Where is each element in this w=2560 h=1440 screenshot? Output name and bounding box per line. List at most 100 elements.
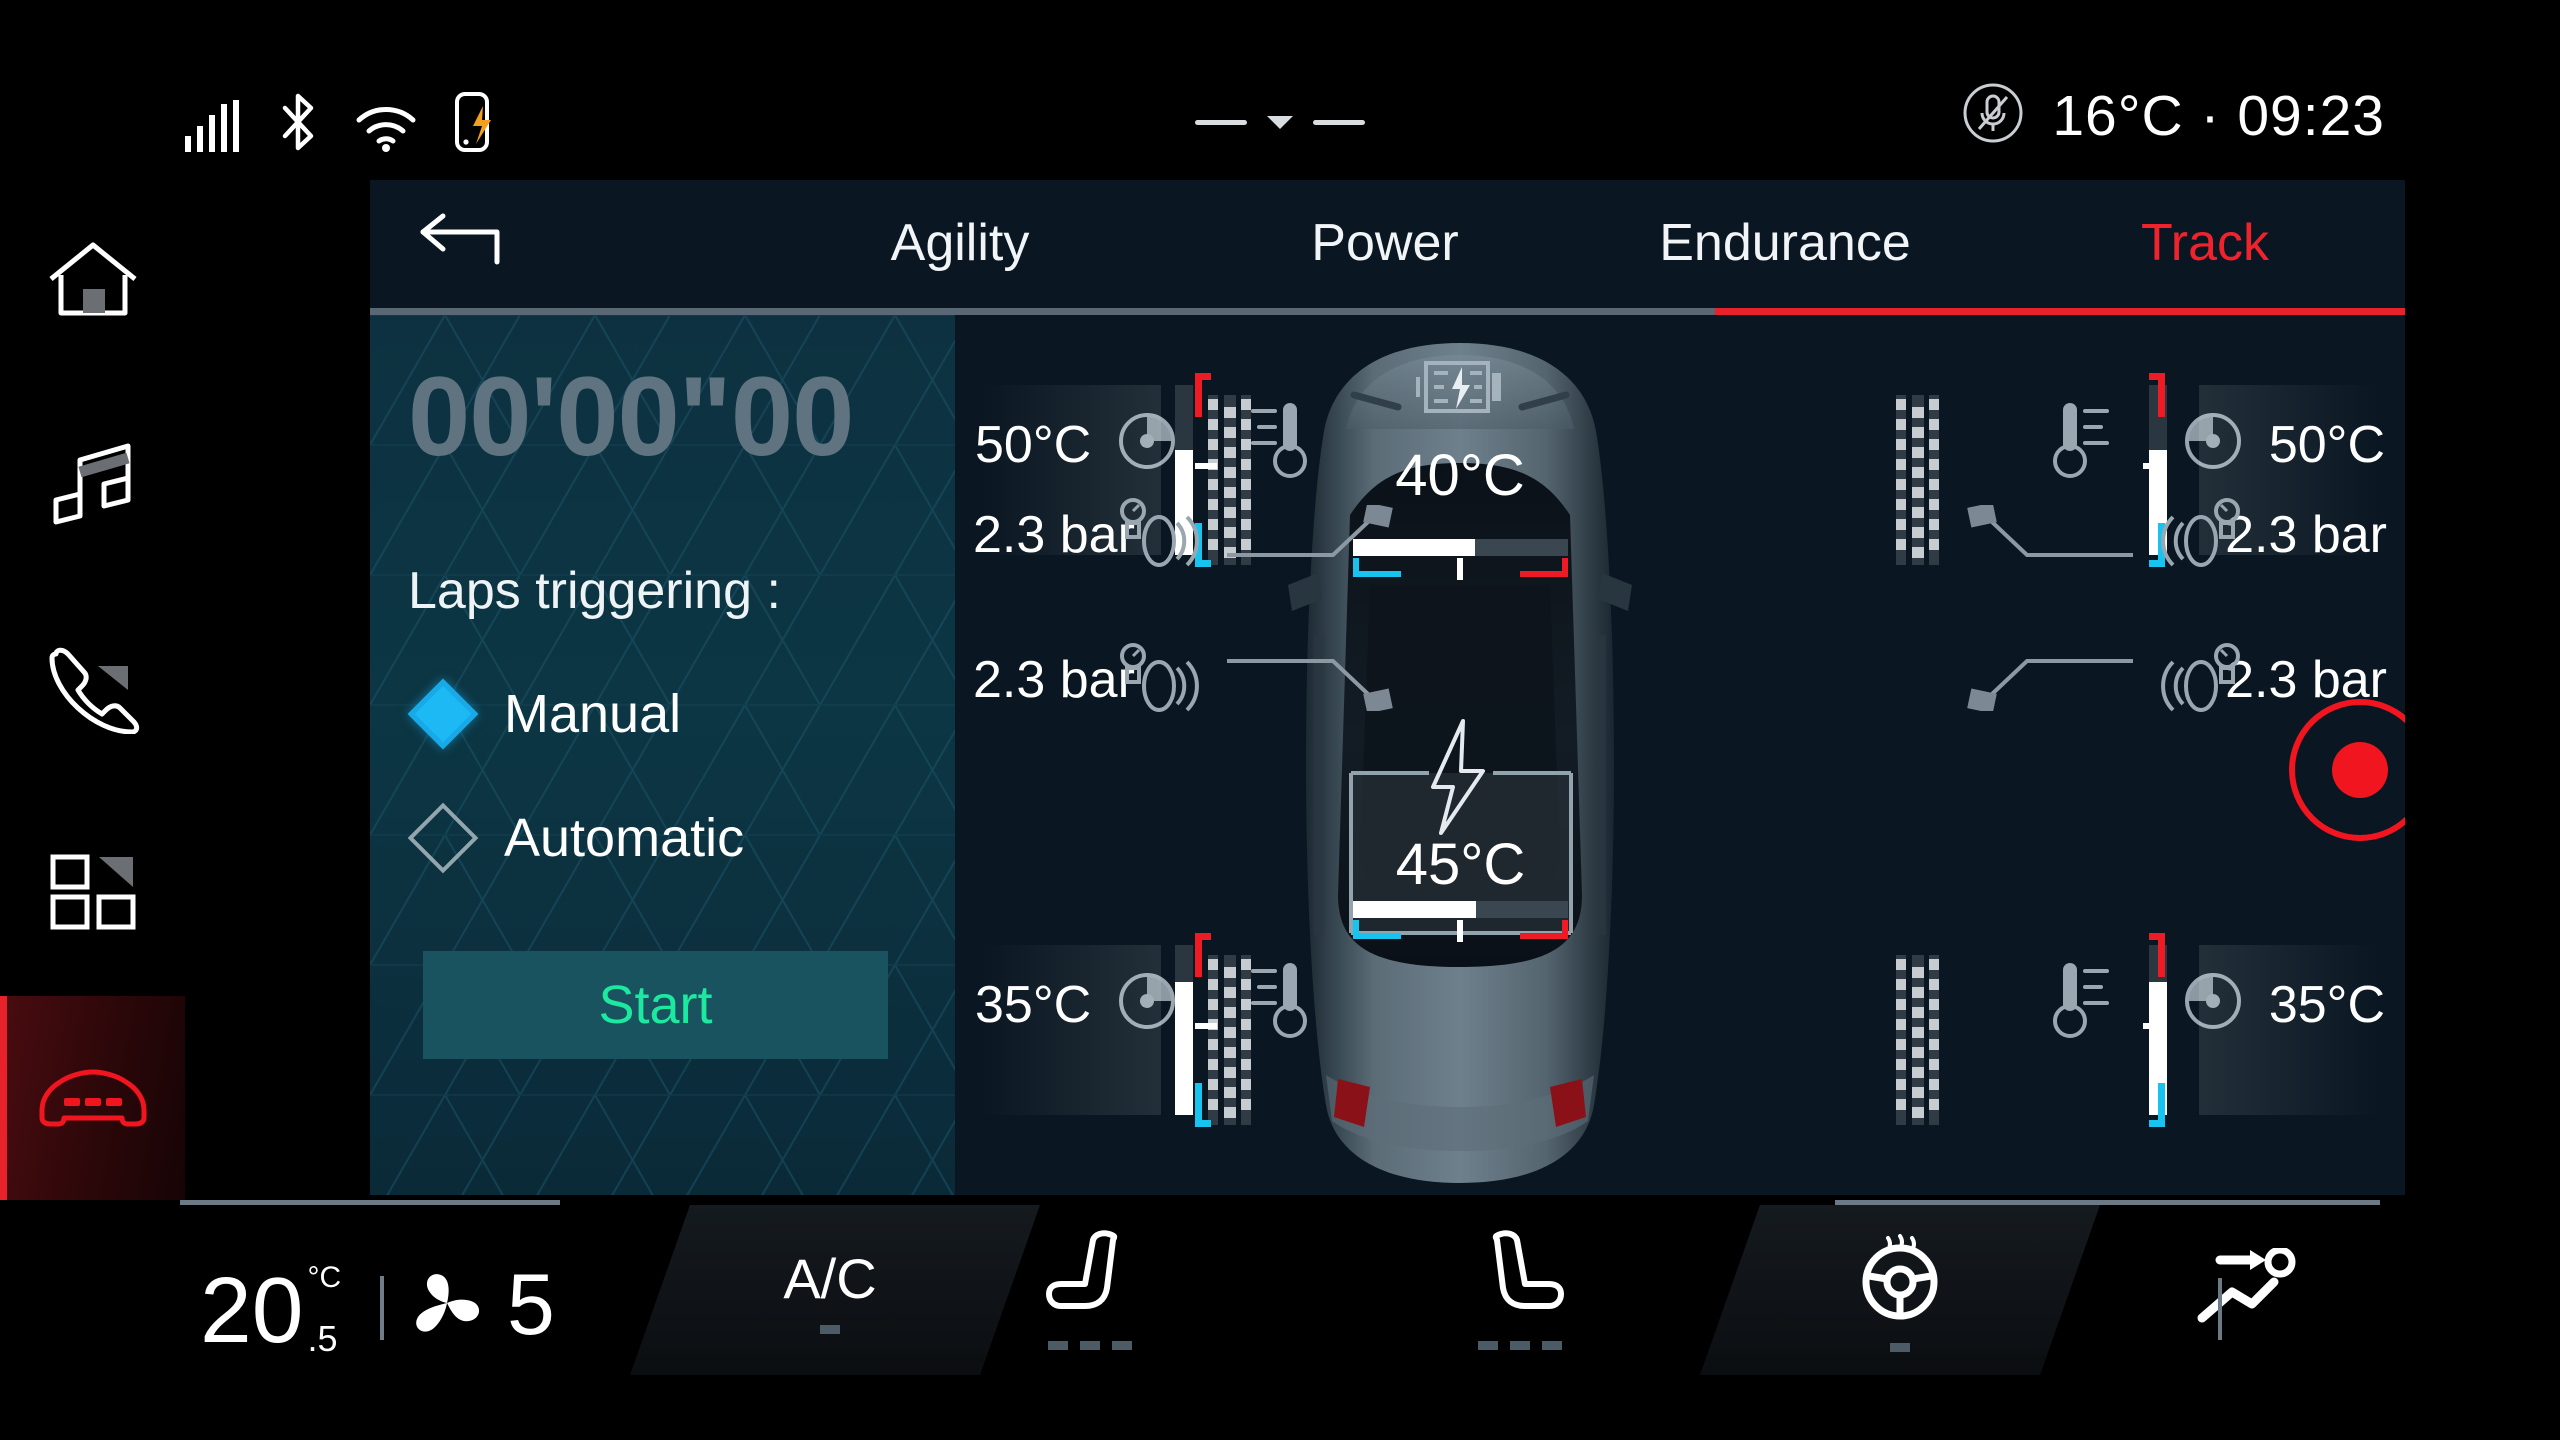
radio-diamond-selected-icon — [407, 678, 479, 750]
signal-bars-icon — [185, 100, 241, 157]
gauge-fill — [1352, 539, 1476, 556]
tab-underline-active — [1715, 308, 2405, 315]
gauge-max-marker — [1520, 920, 1568, 939]
start-button[interactable]: Start — [423, 951, 888, 1059]
heated-steering-button[interactable] — [1710, 1205, 2090, 1375]
radio-diamond-unselected-icon — [407, 802, 479, 874]
thermometer-icon — [1245, 397, 1307, 486]
gauge-max-marker — [1519, 558, 1568, 577]
apps-grid-icon — [45, 851, 141, 938]
status-bar: 16°C · 09:23 — [0, 0, 2560, 180]
gauge-min-marker — [1195, 1083, 1211, 1127]
tire-tread-icon — [1895, 395, 1941, 565]
handle-pill-right — [1313, 120, 1365, 125]
gauge-glow — [981, 945, 1161, 1115]
bluetooth-icon — [279, 92, 317, 157]
heated-seat-right-button[interactable] — [1360, 1205, 1680, 1375]
tire-pressure-front-left: 2.3 bar — [973, 506, 1135, 564]
heated-seat-left-button[interactable] — [930, 1205, 1250, 1375]
tab-track[interactable]: Track — [2040, 175, 2370, 310]
status-indicators-right: 16°C · 09:23 — [1962, 82, 2385, 149]
radio-option-manual[interactable]: Manual — [407, 678, 955, 750]
fan-icon — [405, 1265, 489, 1346]
gauge-current-marker — [1195, 463, 1217, 469]
thermometer-icon — [1245, 957, 1307, 1046]
temperature-value: 20 — [200, 1257, 304, 1362]
ac-label: A/C — [783, 1247, 877, 1310]
front-charger-module: 40°C — [1345, 357, 1575, 583]
phone-handset-icon — [44, 642, 142, 739]
laps-triggering-label: Laps triggering : — [408, 562, 781, 620]
sidebar-item-apps[interactable] — [0, 792, 185, 996]
car-icon — [34, 1060, 152, 1137]
seat-right-level-indicator — [1478, 1341, 1562, 1350]
temperature-decimal: .5 — [307, 1318, 338, 1359]
tab-bar: Agility Power Endurance Track — [370, 175, 2405, 315]
leader-line-rear-left — [1227, 659, 1393, 711]
gauge-fill — [1175, 982, 1193, 1115]
battery-charger-icon — [1414, 361, 1506, 423]
tire-pressure-sensor-icon — [1117, 495, 1199, 576]
ac-level-indicator — [820, 1325, 840, 1334]
seat-heater-left-icon — [1045, 1230, 1135, 1327]
tire-tread-icon — [1895, 955, 1941, 1125]
status-indicators-left — [185, 92, 495, 157]
steering-wheel-heat-icon — [1852, 1228, 1948, 1329]
airflow-direction-button[interactable] — [2090, 1205, 2410, 1375]
climate-separator — [380, 1276, 384, 1340]
gauge-min-marker — [1353, 920, 1401, 939]
tab-agility[interactable]: Agility — [770, 175, 1150, 310]
microphone-muted-icon[interactable] — [1962, 82, 2024, 149]
sidebar-item-media[interactable] — [0, 384, 185, 588]
radio-label-manual: Manual — [504, 684, 682, 744]
gauge-current-marker — [2143, 1023, 2165, 1029]
rear-battery-gauge — [1353, 901, 1568, 945]
back-button[interactable] — [405, 197, 515, 287]
front-charger-gauge — [1352, 539, 1568, 583]
gauge-current-marker — [1456, 558, 1463, 580]
lap-timer-panel: 00'00"00 Laps triggering : Manual Automa… — [370, 315, 955, 1195]
gauge-current-marker — [1457, 920, 1463, 942]
sidebar — [0, 180, 185, 1200]
gauge-max-marker — [2149, 373, 2165, 417]
tire-pressure-sensor-icon — [2161, 495, 2243, 576]
thermometer-icon — [2053, 957, 2115, 1046]
rear-battery-temp: 45°C — [1395, 832, 1526, 897]
tab-power[interactable]: Power — [1240, 175, 1530, 310]
seat-heater-right-icon — [1475, 1230, 1565, 1327]
radio-option-automatic[interactable]: Automatic — [407, 802, 955, 874]
gauge-glow — [2199, 945, 2379, 1115]
airflow-person-icon — [2196, 1246, 2304, 1333]
gauge-max-marker — [2149, 933, 2165, 977]
handle-pill-left — [1195, 120, 1247, 125]
music-note-icon — [46, 438, 140, 535]
tab-endurance[interactable]: Endurance — [1590, 175, 1980, 310]
rear-battery-module: 45°C — [1333, 715, 1588, 945]
gauge-fill — [1353, 901, 1476, 918]
leader-line-front-right — [1967, 505, 2133, 557]
sidebar-item-vehicle[interactable] — [0, 996, 185, 1200]
gauge-current-marker — [2143, 463, 2165, 469]
thermometer-icon — [2053, 397, 2115, 486]
chevron-down-icon — [1267, 116, 1293, 129]
sidebar-item-home[interactable] — [0, 180, 185, 384]
gauge-min-marker — [1352, 558, 1401, 577]
temperature-display[interactable]: 20 °C .5 — [200, 1262, 341, 1358]
vehicle-diagram: 50°C — [955, 315, 2405, 1195]
temperature-unit: °C — [307, 1261, 342, 1294]
fan-speed-control[interactable]: 5 — [405, 1262, 555, 1348]
gauge-max-marker — [1195, 933, 1211, 977]
front-charger-temp: 40°C — [1395, 443, 1525, 508]
record-lap-button[interactable] — [2285, 695, 2405, 845]
phone-charging-icon — [455, 92, 495, 157]
radio-label-automatic: Automatic — [504, 808, 745, 868]
sidebar-item-phone[interactable] — [0, 588, 185, 792]
start-button-label: Start — [598, 975, 713, 1035]
tire-pressure-front-right: 2.3 bar — [2225, 506, 2387, 564]
home-icon — [45, 239, 141, 326]
gauge-max-marker — [1195, 373, 1211, 417]
fan-speed-value: 5 — [507, 1257, 555, 1353]
gauge-current-marker — [1195, 1023, 1217, 1029]
steering-level-indicator — [1890, 1343, 1910, 1352]
drag-handle[interactable] — [1195, 116, 1365, 129]
